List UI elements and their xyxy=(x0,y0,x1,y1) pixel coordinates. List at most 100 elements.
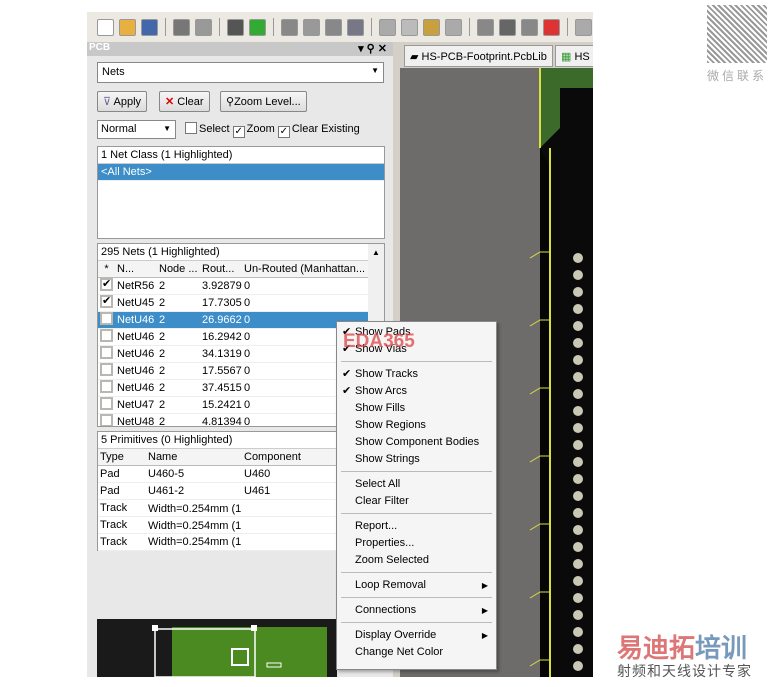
pcb-pad xyxy=(573,287,583,297)
net-checkbox[interactable]: ✔ xyxy=(100,278,113,291)
net-checkbox[interactable]: ✔ xyxy=(100,295,113,308)
print-icon[interactable] xyxy=(173,18,190,36)
col-header[interactable]: N... xyxy=(115,263,157,275)
net-class-item[interactable]: <All Nets> xyxy=(98,164,384,181)
select-rect-icon[interactable] xyxy=(477,18,494,36)
menu-item-change-net-color[interactable]: Change Net Color xyxy=(337,644,496,661)
primitive-row[interactable]: Track Width=0.254mm (1․ xyxy=(98,517,336,534)
menu-item-properties[interactable]: Properties... xyxy=(337,535,496,552)
net-routed: 3.92879 xyxy=(202,280,242,292)
checkbox[interactable]: ✓ xyxy=(277,126,290,138)
col-header[interactable]: Rout... xyxy=(200,263,242,275)
select-checkbox[interactable]: Select xyxy=(185,122,230,135)
primitive-row[interactable]: Pad U460-5 U460 xyxy=(98,466,336,483)
tab-pcb[interactable]: ▦ HS xyxy=(555,45,593,67)
pcb-pad xyxy=(573,661,583,671)
col-header[interactable]: Component xyxy=(242,451,332,463)
pcblib-icon: ▰ xyxy=(410,51,419,63)
net-checkbox[interactable] xyxy=(100,329,113,342)
menu-item-show-strings[interactable]: Show Strings xyxy=(337,451,496,468)
net-nodes: 2 xyxy=(159,399,166,411)
menu-item-display-override[interactable]: Display Override ▶ xyxy=(337,627,496,644)
layers-icon[interactable] xyxy=(227,18,244,36)
tab-label: HS xyxy=(574,51,590,63)
rubber-stamp-icon[interactable] xyxy=(445,18,462,36)
menu-item-show-component-bodies[interactable]: Show Component Bodies xyxy=(337,434,496,451)
menu-item-connections[interactable]: Connections ▶ xyxy=(337,602,496,619)
primitive-row[interactable]: Track Width=0.254mm (1․ xyxy=(98,500,336,517)
primitive-name: Width=0.254mm (1! xyxy=(148,536,242,548)
zoom-fit-icon[interactable] xyxy=(281,18,298,36)
net-checkbox[interactable] xyxy=(100,397,113,410)
zoom-level-button[interactable]: ⚲Zoom Level... xyxy=(220,91,307,112)
pcb-pad xyxy=(573,559,583,569)
nets-header: 295 Nets (1 Highlighted) xyxy=(98,244,384,261)
net-checkbox[interactable] xyxy=(100,380,113,393)
net-routed: 17.5567 xyxy=(202,365,242,377)
clear-existing-checkbox[interactable]: ✓ Clear Existing xyxy=(277,123,360,138)
checkbox[interactable]: ✓ xyxy=(232,126,245,138)
zoom-filter-icon[interactable] xyxy=(347,18,364,36)
pcb-pad xyxy=(573,491,583,501)
zoom-area-icon[interactable] xyxy=(303,18,320,36)
check-icon: ✔ xyxy=(342,368,352,380)
submenu-arrow-icon: ▶ xyxy=(481,606,488,615)
primitive-row[interactable]: Track Width=0.254mm (1! xyxy=(98,534,336,551)
move-icon[interactable] xyxy=(499,18,516,36)
menu-item-loop-removal[interactable]: Loop Removal ▶ xyxy=(337,577,496,594)
cut-icon[interactable] xyxy=(379,18,396,36)
tab-pcblib[interactable]: ▰ HS-PCB-Footprint.PcbLib xyxy=(404,45,553,67)
col-header[interactable]: Node ... xyxy=(157,263,200,275)
undo-icon[interactable] xyxy=(575,18,592,36)
board-minimap[interactable] xyxy=(97,619,337,677)
new-icon[interactable] xyxy=(97,18,114,36)
clear-icon[interactable] xyxy=(543,18,560,36)
col-header[interactable]: Name xyxy=(146,451,242,463)
col-header[interactable]: Un-Routed (Manhattan... xyxy=(242,263,367,275)
paste-icon[interactable] xyxy=(423,18,440,36)
net-checkbox[interactable] xyxy=(100,414,113,426)
menu-item-show-fills[interactable]: Show Fills xyxy=(337,400,496,417)
pcb-pad xyxy=(573,610,583,620)
menu-separator xyxy=(341,572,492,573)
deselect-icon[interactable] xyxy=(521,18,538,36)
mode-value: Nets xyxy=(102,66,125,78)
panel-title: PCB xyxy=(89,42,111,53)
col-header[interactable]: Type xyxy=(98,451,146,463)
submenu-arrow-icon: ▶ xyxy=(481,631,488,640)
board-icon[interactable] xyxy=(249,18,266,36)
panel-mode-select[interactable]: Nets ▼ xyxy=(97,62,384,83)
net-checkbox[interactable] xyxy=(100,363,113,376)
col-header[interactable]: * xyxy=(98,263,115,275)
primitive-row[interactable]: Pad U461-2 U461 xyxy=(98,483,336,500)
zoom-select-icon[interactable] xyxy=(325,18,342,36)
zoom-checkbox[interactable]: ✓ Zoom xyxy=(232,123,275,138)
primitives-column-headers: Type Name Component xyxy=(98,449,336,466)
primitive-type: Track xyxy=(100,519,128,531)
open-icon[interactable] xyxy=(119,18,136,36)
print-preview-icon[interactable] xyxy=(195,18,212,36)
net-checkbox[interactable] xyxy=(100,346,113,359)
clear-button[interactable]: ✕ Clear xyxy=(159,91,210,112)
save-icon[interactable] xyxy=(141,18,158,36)
pcb-pad xyxy=(573,474,583,484)
checkbox[interactable] xyxy=(185,122,197,134)
menu-item-show-tracks[interactable]: ✔ Show Tracks xyxy=(337,366,496,383)
net-row[interactable]: ✔ NetU45 2 17.7305 0 xyxy=(98,295,384,312)
net-routed: 37.4515 xyxy=(202,382,242,394)
brand-logo: 易迪拓培训 xyxy=(617,628,747,665)
menu-item-clear-filter[interactable]: Clear Filter xyxy=(337,493,496,510)
copy-icon[interactable] xyxy=(401,18,418,36)
net-nodes: 2 xyxy=(159,365,166,377)
menu-item-zoom-selected[interactable]: Zoom Selected xyxy=(337,552,496,569)
panel-controls[interactable]: ▾ ⚲ ✕ xyxy=(358,42,387,55)
menu-item-report[interactable]: Report... xyxy=(337,518,496,535)
menu-item-select-all[interactable]: Select All xyxy=(337,476,496,493)
net-row[interactable]: ✔ NetR56 2 3.92879 0 xyxy=(98,278,384,295)
menu-item-show-regions[interactable]: Show Regions xyxy=(337,417,496,434)
clear-label: Clear xyxy=(177,96,204,108)
net-checkbox[interactable] xyxy=(100,312,113,325)
mask-mode-select[interactable]: Normal ▼ xyxy=(97,120,176,139)
menu-item-show-arcs[interactable]: ✔ Show Arcs xyxy=(337,383,496,400)
apply-button[interactable]: ⊽ Apply xyxy=(97,91,148,112)
